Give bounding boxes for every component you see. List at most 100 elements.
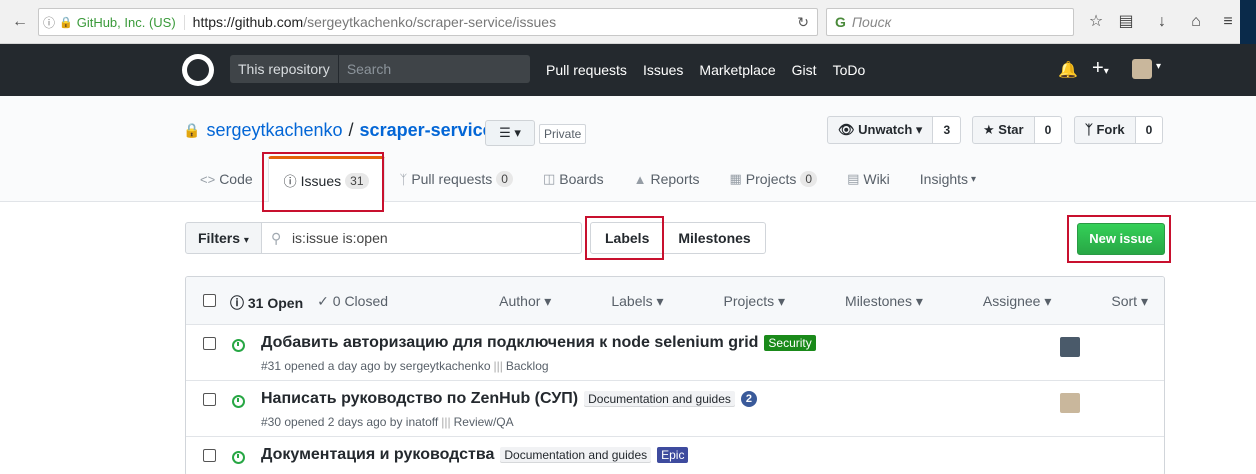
tab-pull-requests[interactable]: ᛉ Pull requests 0 — [385, 156, 528, 202]
github-logo-icon[interactable] — [182, 54, 214, 86]
issue-opened-icon: ⓘ — [283, 174, 297, 189]
sort-filter-label: Sort — [1111, 293, 1138, 309]
site-search[interactable]: This repository Search — [230, 55, 530, 83]
estimate-badge: 2 — [740, 391, 757, 407]
projects-filter[interactable]: Projects ▾ — [694, 293, 786, 310]
issues-search-query: is:issue is:open — [291, 230, 388, 246]
tab-boards[interactable]: ◫ Boards — [528, 156, 619, 202]
bookmark-star-icon[interactable]: ☆ — [1086, 12, 1106, 32]
reading-list-icon[interactable]: ▤ — [1116, 12, 1136, 32]
pull-requests-counter: 0 — [496, 171, 513, 187]
issue-title-link[interactable]: Написать руководство по ZenHub (СУП) — [261, 390, 578, 408]
issue-label[interactable]: Documentation and guides — [500, 447, 652, 463]
avatar-dropdown-caret-icon[interactable]: ▾ — [1156, 61, 1161, 72]
milestones-button[interactable]: Milestones — [664, 222, 766, 254]
notifications-bell-icon[interactable]: 🔔 — [1058, 60, 1078, 80]
graph-icon: ▲ — [633, 171, 647, 187]
create-new-plus-icon[interactable]: +▾ — [1092, 57, 1109, 80]
info-icon[interactable]: ⓘ — [39, 14, 59, 31]
eye-icon: 👁 — [838, 122, 855, 137]
issue-checkbox[interactable] — [203, 337, 216, 350]
download-icon[interactable]: ↓ — [1152, 12, 1172, 32]
user-avatar[interactable] — [1132, 59, 1152, 79]
nav-gist[interactable]: Gist — [792, 62, 817, 78]
nav-issues[interactable]: Issues — [643, 62, 683, 78]
tab-reports[interactable]: ▲ Reports — [619, 156, 715, 202]
chevron-down-icon: ▾ — [243, 235, 249, 246]
milestones-filter[interactable]: Milestones ▾ — [815, 293, 923, 310]
back-icon[interactable]: ← — [6, 8, 34, 36]
issues-list-header: ⓘ 31 Open ✓ 0 Closed Author ▾ Labels ▾ P… — [186, 277, 1164, 325]
sort-filter[interactable]: Sort ▾ — [1081, 293, 1148, 310]
issue-meta-text: #30 opened 2 days ago by inatoff — [261, 415, 439, 429]
home-icon[interactable]: ⌂ — [1186, 12, 1206, 32]
tab-label: Boards — [559, 171, 604, 187]
search-engine-icon: G — [835, 14, 846, 30]
issue-label[interactable]: Epic — [657, 447, 689, 463]
author-filter[interactable]: Author ▾ — [469, 293, 551, 310]
labels-filter[interactable]: Labels ▾ — [581, 293, 663, 310]
repo-name-link[interactable]: scraper-service — [360, 120, 493, 141]
git-pull-request-icon: ᛉ — [399, 171, 408, 187]
browser-toolbar: ← ⓘ 🔒 GitHub, Inc. (US) https://github.c… — [0, 0, 1256, 44]
fork-button[interactable]: ᛉ Fork — [1074, 116, 1136, 144]
tab-code[interactable]: <> Code — [185, 156, 268, 202]
assignee-avatar[interactable] — [1060, 337, 1080, 357]
pipeline-icon: ||| — [441, 415, 451, 429]
check-icon: ✓ — [317, 293, 329, 309]
nav-pull-requests[interactable]: Pull requests — [546, 62, 627, 78]
new-issue-button[interactable]: New issue — [1077, 223, 1165, 255]
browser-search-placeholder: Поиск — [851, 14, 892, 30]
fork-count[interactable]: 0 — [1135, 116, 1164, 144]
closed-issues-link[interactable]: ✓ 0 Closed — [317, 293, 388, 313]
pipeline-icon: ||| — [493, 359, 503, 373]
address-bar[interactable]: ⓘ 🔒 GitHub, Inc. (US) https://github.com… — [38, 8, 818, 36]
tab-wiki[interactable]: ▤ Wiki — [832, 156, 905, 202]
issue-label[interactable]: Documentation and guides — [584, 391, 735, 407]
zenhub-menu-button[interactable]: ☰ ▾ — [485, 120, 535, 146]
assignee-filter-label: Assignee — [982, 293, 1041, 309]
issue-title-link[interactable]: Добавить авторизацию для подключения к n… — [261, 334, 758, 352]
issues-search-input[interactable]: ⚲ is:issue is:open — [261, 222, 582, 254]
nav-todo[interactable]: ToDo — [833, 62, 866, 78]
repo-title: 🔒 sergeytkachenko / scraper-service — [183, 120, 493, 141]
site-search-input[interactable]: Search — [339, 55, 391, 83]
issue-opened-icon — [232, 339, 245, 352]
labels-button[interactable]: Labels — [590, 222, 665, 254]
issue-label[interactable]: Security — [764, 335, 816, 351]
open-issues-link[interactable]: ⓘ 31 Open — [230, 293, 303, 313]
url-path: /sergeytkachenko/scraper-service/issues — [303, 14, 557, 30]
unwatch-label: Unwatch — [858, 122, 913, 137]
lock-icon: 🔒 — [59, 16, 73, 29]
boards-icon: ◫ — [542, 171, 556, 186]
github-header: This repository Search Pull requests Iss… — [0, 44, 1256, 96]
filters-button[interactable]: Filters ▾ — [185, 222, 262, 254]
watch-count[interactable]: 3 — [933, 116, 962, 144]
tab-issues[interactable]: ⓘ Issues 31 — [267, 156, 385, 202]
nav-marketplace[interactable]: Marketplace — [699, 62, 775, 78]
project-icon: ▦ — [729, 171, 742, 186]
repo-owner-link[interactable]: sergeytkachenko — [206, 120, 342, 141]
site-identity[interactable]: GitHub, Inc. (US) — [77, 14, 185, 30]
issue-checkbox[interactable] — [203, 393, 216, 406]
issue-meta-text: #31 opened a day ago by sergeytkachenko — [261, 359, 491, 373]
issue-title-link[interactable]: Документация и руководства — [261, 446, 494, 464]
assignee-filter[interactable]: Assignee ▾ — [953, 293, 1052, 310]
assignee-avatar[interactable] — [1060, 393, 1080, 413]
select-all-checkbox[interactable] — [203, 294, 216, 307]
tab-insights[interactable]: Insights ▾ — [905, 156, 991, 202]
tab-projects[interactable]: ▦ Projects 0 — [715, 156, 833, 202]
closed-issues-label: 0 Closed — [332, 293, 389, 309]
star-button[interactable]: ★ Star — [972, 116, 1035, 144]
book-icon: ▤ — [847, 171, 860, 186]
reload-icon[interactable]: ↻ — [797, 14, 809, 31]
star-label: Star — [998, 122, 1024, 137]
issue-checkbox[interactable] — [203, 449, 216, 462]
unwatch-button[interactable]: 👁 Unwatch ▾ — [827, 116, 934, 144]
browser-search-input[interactable]: G Поиск — [826, 8, 1074, 36]
filters-label: Filters — [198, 230, 241, 246]
menu-icon[interactable]: ≡ — [1218, 12, 1238, 32]
star-count[interactable]: 0 — [1034, 116, 1063, 144]
issue-filter-menus: Author ▾ Labels ▾ Projects ▾ Milestones … — [439, 293, 1148, 310]
tab-label: Projects — [745, 171, 797, 187]
